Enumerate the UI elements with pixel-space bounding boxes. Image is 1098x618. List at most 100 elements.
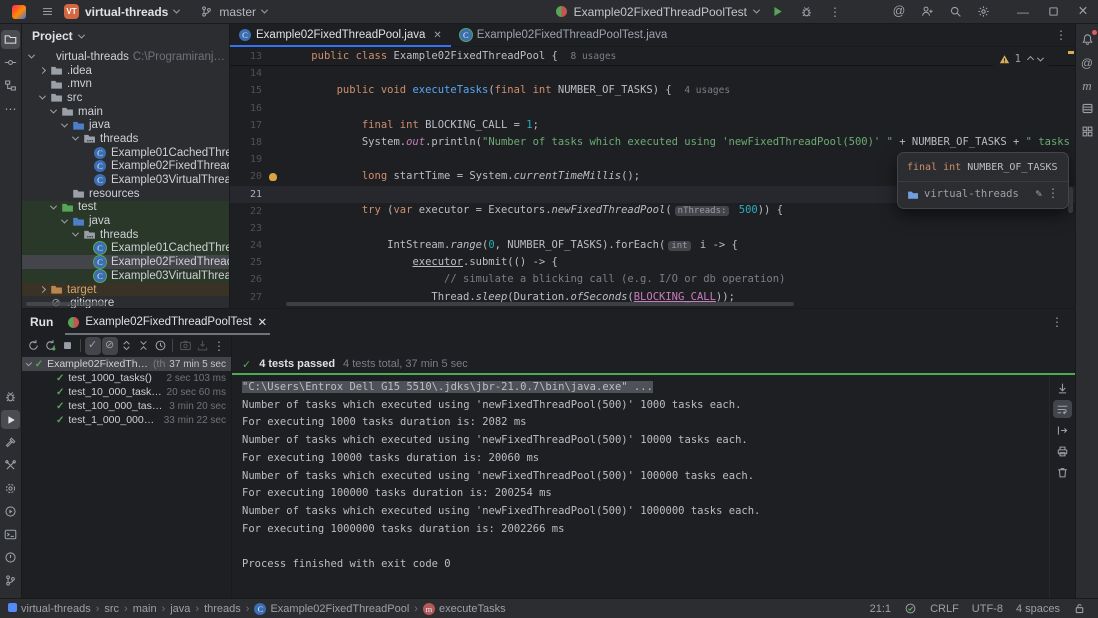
database-icon[interactable] [1078, 99, 1097, 118]
run-button[interactable] [766, 2, 788, 22]
next-warning-icon[interactable] [1037, 55, 1044, 62]
minimize-button[interactable]: — [1008, 0, 1038, 24]
chevron-icon[interactable] [59, 123, 70, 128]
tree-item-src[interactable]: src [22, 91, 229, 105]
show-ignored-icon[interactable]: ⊘ [102, 337, 118, 355]
chevron-icon[interactable] [37, 287, 48, 292]
run-config-name[interactable]: Example02FixedThreadPoolTest [574, 5, 747, 19]
tree-item-example01cachedthreadpool[interactable]: CExample01CachedThreadPool [22, 146, 229, 160]
show-passed-icon[interactable]: ✓ [85, 337, 101, 355]
caret-position[interactable]: 21:1 [870, 603, 891, 615]
code-line-13[interactable]: 13 public class Example02FixedThreadPool… [230, 48, 1075, 65]
chevron-icon[interactable] [70, 136, 81, 141]
tree-item-test[interactable]: test [22, 201, 229, 215]
code-line-16[interactable]: 16 [230, 100, 1075, 117]
chevron-icon[interactable] [48, 205, 59, 210]
tree-item-idea[interactable]: .idea [22, 64, 229, 78]
unlock-icon[interactable] [1073, 602, 1086, 615]
tools-icon[interactable] [1, 456, 20, 475]
tree-item-example02fixedthreadpooltest[interactable]: CExample02FixedThreadPoolTest [22, 255, 229, 269]
more-icon[interactable]: ⋮ [1051, 315, 1063, 329]
close-button[interactable]: ✕ [1068, 0, 1098, 24]
soft-wrap-icon[interactable] [1053, 400, 1072, 418]
tree-item-example01cachedthreadpooltest[interactable]: CExample01CachedThreadPoolTest [22, 242, 229, 256]
inspections-widget[interactable]: 1 [993, 50, 1049, 69]
screenshot-icon[interactable] [177, 337, 193, 355]
breadcrumb-item-executetasks[interactable]: mexecuteTasks [423, 603, 506, 615]
maven-icon[interactable]: m [1078, 76, 1097, 95]
git-branch-icon[interactable] [1, 571, 20, 590]
project-widget[interactable]: VT virtual-threads [64, 4, 179, 19]
tree-item-target[interactable]: target [22, 283, 229, 297]
code-line-23[interactable]: 23 [230, 220, 1075, 237]
debug-button[interactable] [795, 2, 817, 22]
project-folder-icon[interactable] [1, 30, 20, 49]
breadcrumb-item-java[interactable]: java [170, 603, 190, 615]
code-area[interactable]: 13 public class Example02FixedThreadPool… [230, 47, 1075, 308]
encoding[interactable]: UTF-8 [972, 603, 1003, 615]
debug-icon[interactable] [1, 387, 20, 406]
history-icon[interactable] [152, 337, 168, 355]
chevron-icon[interactable] [37, 68, 48, 73]
tree-item-java[interactable]: java [22, 214, 229, 228]
follow-output-icon[interactable] [1053, 421, 1072, 439]
at-icon[interactable]: @ [888, 2, 910, 22]
run-icon[interactable] [1, 410, 20, 429]
warning-stripe-mark[interactable] [1068, 51, 1074, 54]
tab-list-more-icon[interactable]: ⋮ [1047, 24, 1075, 46]
rerun-icon[interactable] [26, 337, 42, 355]
chevron-icon[interactable] [59, 219, 70, 224]
collapse-all-icon[interactable] [135, 337, 151, 355]
tab-example02fixedthreadpool-java[interactable]: CExample02FixedThreadPool.java✕ [230, 24, 451, 46]
line-separator[interactable]: CRLF [930, 603, 959, 615]
prev-warning-icon[interactable] [1027, 56, 1034, 63]
test-suite-example02fixedthreadpooltest[interactable]: ✓Example02FixedThreadPoolTest(th37 min 5… [22, 357, 231, 371]
breadcrumb-item-main[interactable]: main [133, 603, 157, 615]
tree-item-mvn[interactable]: .mvn [22, 77, 229, 91]
horizontal-scrollbar[interactable] [26, 302, 106, 306]
more-h-icon[interactable]: ⋯ [1, 99, 20, 118]
tree-item-example03virtualthread[interactable]: CExample03VirtualThread [22, 173, 229, 187]
test-test-1000-tasks[interactable]: ✓test_1000_tasks()2 sec 103 ms [22, 371, 231, 385]
branch-widget[interactable]: master [199, 2, 267, 22]
tab-example02fixedthreadpooltest-java[interactable]: CExample02FixedThreadPoolTest.java [451, 24, 677, 46]
add-user-icon[interactable] [916, 2, 938, 22]
run-tab[interactable]: Example02FixedThreadPoolTest ✕ [65, 309, 270, 335]
code-line-17[interactable]: 17 final int BLOCKING_CALL = 1; [230, 117, 1075, 134]
clear-icon[interactable] [1053, 463, 1072, 481]
analysis-ok-icon[interactable] [904, 602, 917, 615]
settings-icon[interactable] [972, 2, 994, 22]
build-tool-icon[interactable] [1078, 122, 1097, 141]
tree-item-example02fixedthreadpool[interactable]: CExample02FixedThreadPool [22, 160, 229, 174]
search-icon[interactable] [944, 2, 966, 22]
tree-item-main[interactable]: main [22, 105, 229, 119]
test-test-100-000-tasks[interactable]: ✓test_100_000_tasks()3 min 20 sec [22, 399, 231, 413]
print-icon[interactable] [1053, 442, 1072, 460]
export-icon[interactable] [194, 337, 210, 355]
run-anything-icon[interactable] [1, 502, 20, 521]
terminal-icon[interactable] [1, 525, 20, 544]
maximize-button[interactable] [1038, 0, 1068, 24]
edit-icon[interactable]: ✎ [1035, 186, 1042, 203]
problems-icon[interactable] [1, 548, 20, 567]
rerun-failed-icon[interactable] [43, 337, 59, 355]
indent-style[interactable]: 4 spaces [1016, 603, 1060, 615]
ai-assistant-icon[interactable]: @ [1078, 53, 1097, 72]
tree-item-threads[interactable]: threads [22, 132, 229, 146]
main-menu-icon[interactable] [36, 2, 58, 22]
chevron-icon[interactable] [70, 232, 81, 237]
code-line-24[interactable]: 24 IntStream.range(0, NUMBER_OF_TASKS).f… [230, 237, 1075, 254]
breadcrumb-item-example02fixedthreadpool[interactable]: CExample02FixedThreadPool [254, 603, 409, 615]
expand-all-icon[interactable] [119, 337, 135, 355]
horizontal-scrollbar[interactable] [286, 302, 794, 306]
breadcrumb-item-src[interactable]: src [104, 603, 119, 615]
tree-item-threads[interactable]: threads [22, 228, 229, 242]
chevron-icon[interactable] [26, 54, 37, 59]
notifications-icon[interactable] [1078, 30, 1097, 49]
breadcrumb-item-threads[interactable]: threads [204, 603, 241, 615]
code-line-25[interactable]: 25 executor.submit(() -> { [230, 254, 1075, 271]
tree-item-example03virtualthreadtest[interactable]: CExample03VirtualThreadTest [22, 269, 229, 283]
build-hammer-icon[interactable] [1, 433, 20, 452]
test-test-1-000-000-tasks[interactable]: ✓test_1_000_000_tasks()33 min 22 sec [22, 413, 231, 427]
test-test-10-000-tasks[interactable]: ✓test_10_000_tasks()20 sec 60 ms [22, 385, 231, 399]
